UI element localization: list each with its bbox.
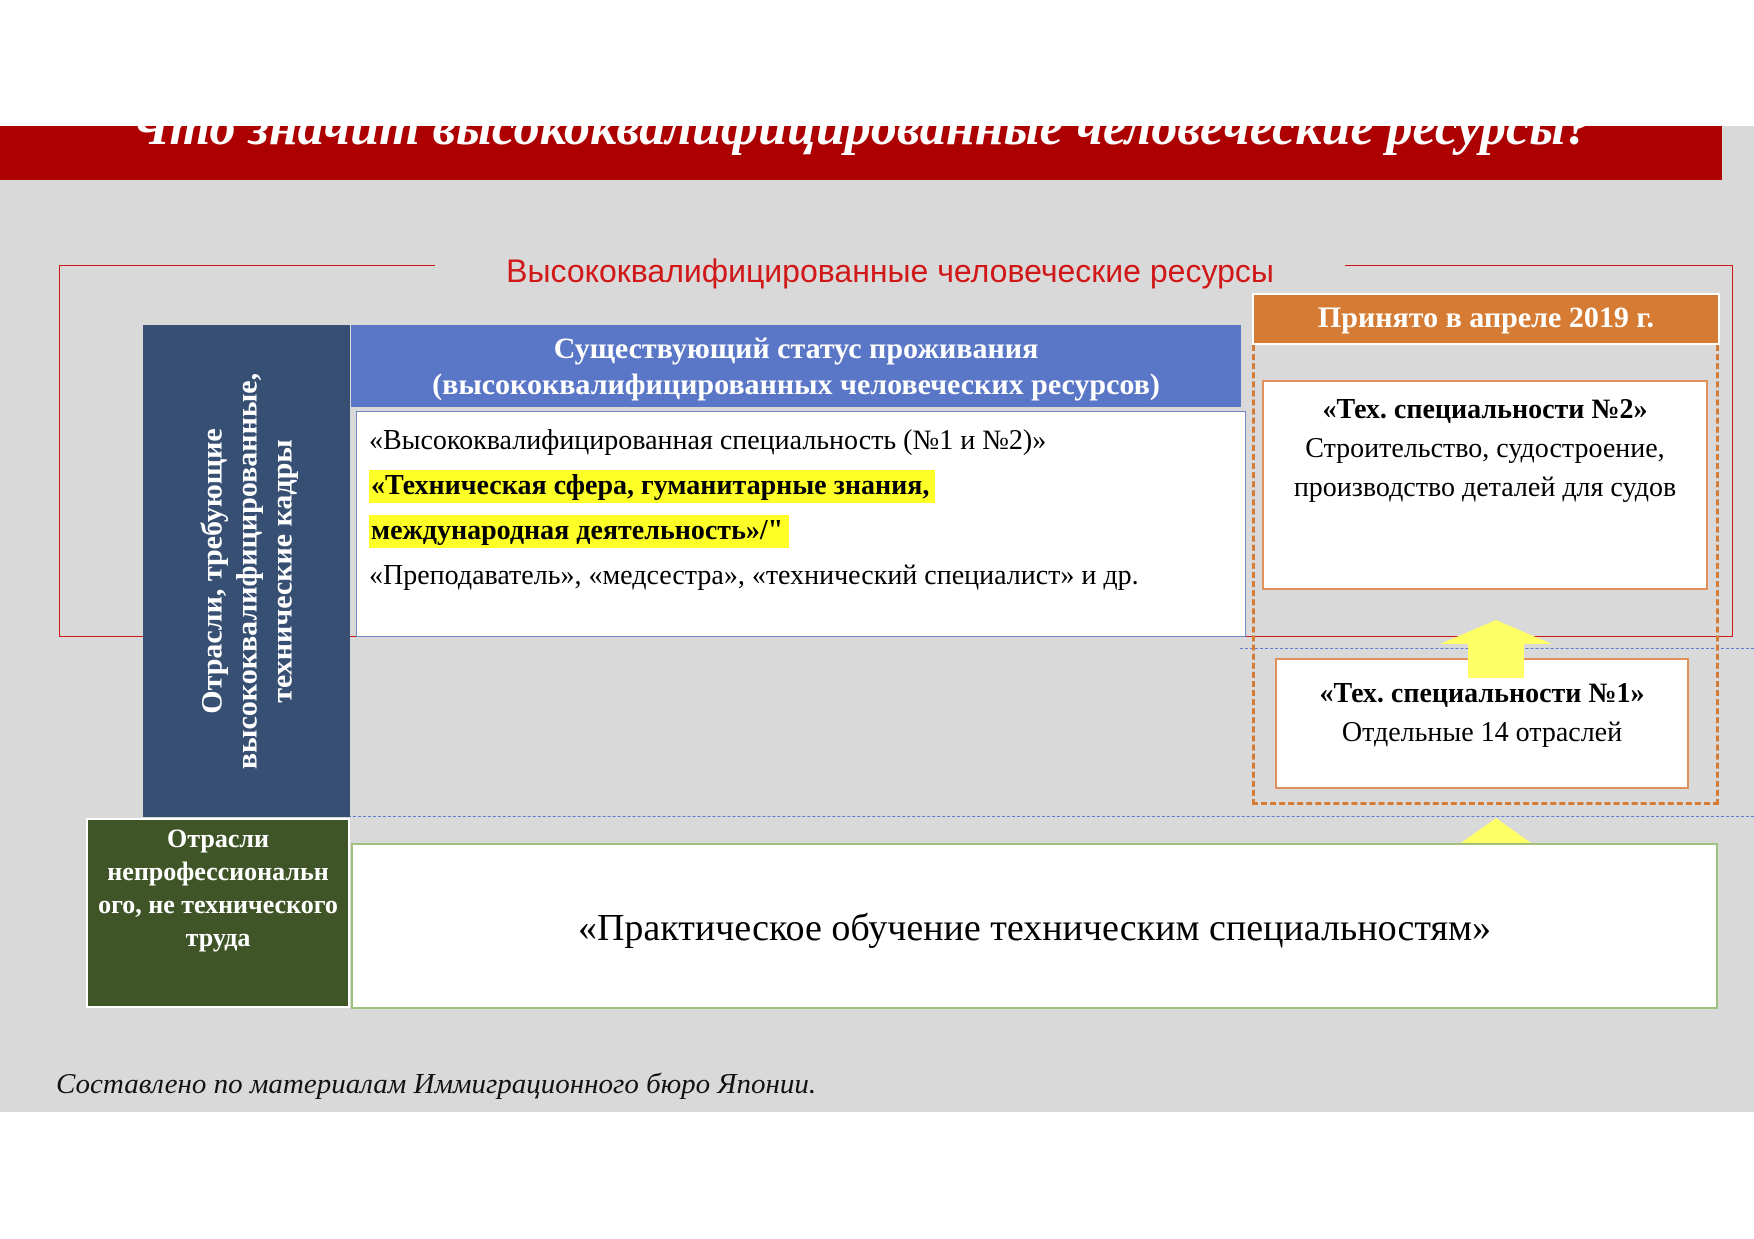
status-list-line4: «Преподаватель», «медсестра», «техническ… [369,560,1139,591]
status-list-highlight2: международная деятельность»/" [369,515,790,548]
title-banner: Что значит высококвалифицированные челов… [0,126,1722,180]
adopted-header: Принято в апреле 2019 г. [1252,293,1720,345]
status-list-box: «Высококвалифицированная специальность (… [356,411,1246,637]
tech-specialty-2-text: Строительство, судостроение, производств… [1293,433,1677,503]
source-note: Составлено по материалам Иммиграционного… [56,1068,817,1100]
unskilled-industries-label: Отрасли непрофессиональн ого, не техниче… [98,824,338,952]
high-skilled-industries-label: Отрасли, требующие высококвалифицированн… [195,372,298,770]
status-list-highlight1: «Техническая сфера, гуманитарные знания, [369,470,936,503]
tech-specialty-1-title: «Тех. специальности №1» [1319,678,1645,709]
unskilled-industries-box: Отрасли непрофессиональн ого, не техниче… [86,818,350,1008]
tech-specialty-2-box: «Тех. специальности №2» Строительство, с… [1262,380,1708,590]
status-list-line1: «Высококвалифицированная специальность (… [369,425,1047,456]
high-skilled-industries-column: Отрасли, требующие высококвалифицированн… [143,325,350,817]
tech-specialty-1-text: Отдельные 14 отраслей [1341,717,1623,748]
tech-specialty-2-title: «Тех. специальности №2» [1322,394,1648,425]
status-header: Существующий статус проживания (высококв… [351,325,1241,407]
slide-title: Что значит высококвалифицированные челов… [130,126,1592,156]
up-arrow-icon [1440,620,1552,678]
practical-training-box: «Практическое обучение техническим специ… [351,843,1718,1009]
status-header-line2: (высококвалифицированных человеческих ре… [432,368,1160,401]
high-skilled-frame-label: Высококвалифицированные человеческие рес… [435,250,1345,292]
status-header-line1: Существующий статус проживания [553,332,1039,365]
practical-training-label: «Практическое обучение техническим специ… [577,907,1492,949]
separator-line-lower [348,816,1754,817]
